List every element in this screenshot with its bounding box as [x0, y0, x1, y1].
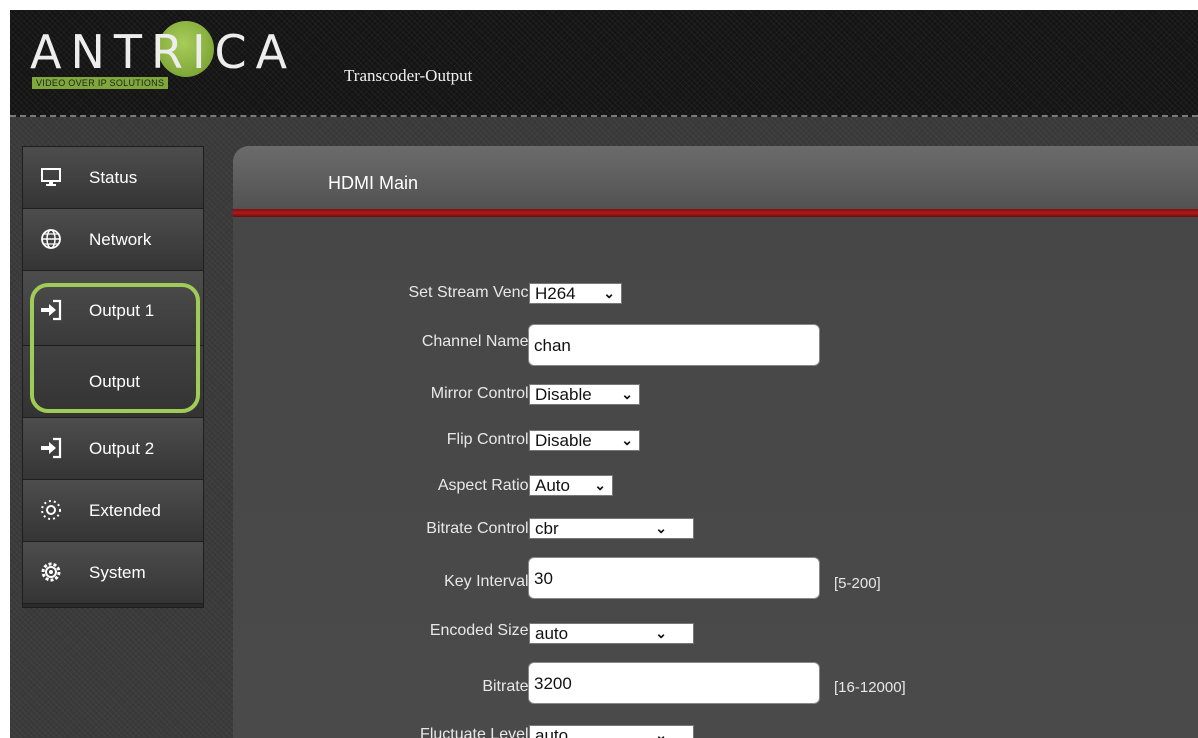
- sidebar-item-output-2[interactable]: Output 2: [23, 418, 203, 480]
- sidebar-item-label: Extended: [89, 501, 161, 520]
- field-row-fluctuate-level: Fluctuate Level: auto ⌄: [233, 714, 1198, 738]
- dotted-cog-icon: [41, 500, 61, 520]
- field-row-encoded-size: Encoded Size: auto ⌄: [233, 612, 1198, 652]
- flip-control-select[interactable]: Disable ⌄: [529, 430, 640, 451]
- mirror-control-select[interactable]: Disable ⌄: [529, 384, 640, 405]
- sidebar-item-label: Network: [89, 230, 152, 249]
- channel-name-label: Channel Name:: [421, 333, 533, 350]
- output-1-highlight-outline: [30, 283, 200, 413]
- sidebar-item-label: Status: [89, 168, 138, 187]
- bitrate-control-value: cbr: [535, 519, 559, 538]
- encoded-size-value: auto: [535, 624, 569, 643]
- panel-accent-bar: [233, 209, 1198, 217]
- brand-logo[interactable]: ANTRICA VIDEO OVER IP SOLUTIONS: [24, 15, 294, 95]
- logo-tagline: VIDEO OVER IP SOLUTIONS: [32, 77, 169, 89]
- sign-in-arrow-icon: [41, 437, 62, 459]
- mirror-control-label: Mirror Control:: [430, 385, 533, 402]
- chevron-down-icon: ⌄: [603, 285, 615, 301]
- encoded-size-select[interactable]: auto ⌄: [529, 623, 694, 644]
- mirror-control-value: Disable: [535, 385, 592, 404]
- field-row-bitrate-control: Bitrate Control: cbr ⌄: [233, 508, 1198, 548]
- field-row-bitrate: Bitrate: 3200 [16-12000]: [233, 658, 1198, 708]
- key-interval-label: Key Interval:: [444, 573, 533, 590]
- bitrate-range: [16-12000]: [834, 679, 906, 696]
- field-row-aspect-ratio: Aspect Ratio: Auto ⌄: [233, 468, 1198, 508]
- bitrate-label: Bitrate:: [482, 678, 533, 695]
- chevron-down-icon: ⌄: [621, 432, 633, 448]
- fluctuate-level-label: Fluctuate Level:: [420, 726, 533, 738]
- aspect-ratio-select[interactable]: Auto ⌄: [529, 475, 613, 496]
- stream-venc-select[interactable]: H264 ⌄: [529, 283, 622, 304]
- sidebar-item-label: Output 2: [89, 439, 155, 458]
- fluctuate-level-select[interactable]: auto ⌄: [529, 725, 694, 738]
- panel-header: HDMI Main: [233, 146, 1198, 209]
- globe-icon: [41, 229, 61, 249]
- sidebar-item-label: System: [89, 563, 146, 582]
- chevron-down-icon: ⌄: [655, 727, 667, 738]
- settings-panel: HDMI Main Set Stream Venc: H264 ⌄ Channe…: [233, 146, 1198, 738]
- stream-venc-value: H264: [535, 284, 576, 303]
- chevron-down-icon: ⌄: [594, 477, 606, 493]
- logo-wordmark: ANTRICA: [30, 25, 297, 79]
- monitor-icon: [41, 168, 61, 186]
- bitrate-control-label: Bitrate Control:: [426, 520, 533, 537]
- aspect-ratio-label: Aspect Ratio:: [437, 477, 533, 494]
- bitrate-input[interactable]: 3200: [528, 662, 820, 704]
- header: ANTRICA VIDEO OVER IP SOLUTIONS Transcod…: [10, 10, 1198, 117]
- chevron-down-icon: ⌄: [655, 520, 667, 536]
- stream-venc-label: Set Stream Venc:: [408, 284, 533, 301]
- field-row-mirror-control: Mirror Control: Disable ⌄: [233, 378, 1198, 418]
- key-interval-range: [5-200]: [834, 575, 881, 592]
- chevron-down-icon: ⌄: [655, 625, 667, 641]
- flip-control-label: Flip Control:: [446, 431, 533, 448]
- sidebar-item-network[interactable]: Network: [23, 209, 203, 271]
- field-row-stream-venc: Set Stream Venc: H264 ⌄: [233, 278, 1198, 318]
- app-window: ANTRICA VIDEO OVER IP SOLUTIONS Transcod…: [10, 10, 1198, 738]
- sidebar-item-extended[interactable]: Extended: [23, 480, 203, 542]
- fluctuate-level-value: auto: [535, 726, 569, 738]
- aspect-ratio-value: Auto: [535, 476, 570, 495]
- chevron-down-icon: ⌄: [621, 386, 633, 402]
- sidebar-item-status[interactable]: Status: [23, 147, 203, 209]
- bitrate-control-select[interactable]: cbr ⌄: [529, 518, 694, 539]
- sidebar-item-system[interactable]: System: [23, 542, 203, 604]
- panel-title: HDMI Main: [328, 173, 419, 193]
- field-row-key-interval: Key Interval: 30 [5-200]: [233, 554, 1198, 604]
- encoded-size-label: Encoded Size:: [429, 622, 533, 639]
- field-row-flip-control: Flip Control: Disable ⌄: [233, 424, 1198, 464]
- key-interval-input[interactable]: 30: [528, 557, 820, 599]
- flip-control-value: Disable: [535, 431, 592, 450]
- field-row-channel-name: Channel Name: chan: [233, 314, 1198, 366]
- settings-gear-icon: [41, 562, 61, 582]
- page-title: Transcoder-Output: [344, 66, 473, 85]
- channel-name-input[interactable]: chan: [528, 324, 820, 366]
